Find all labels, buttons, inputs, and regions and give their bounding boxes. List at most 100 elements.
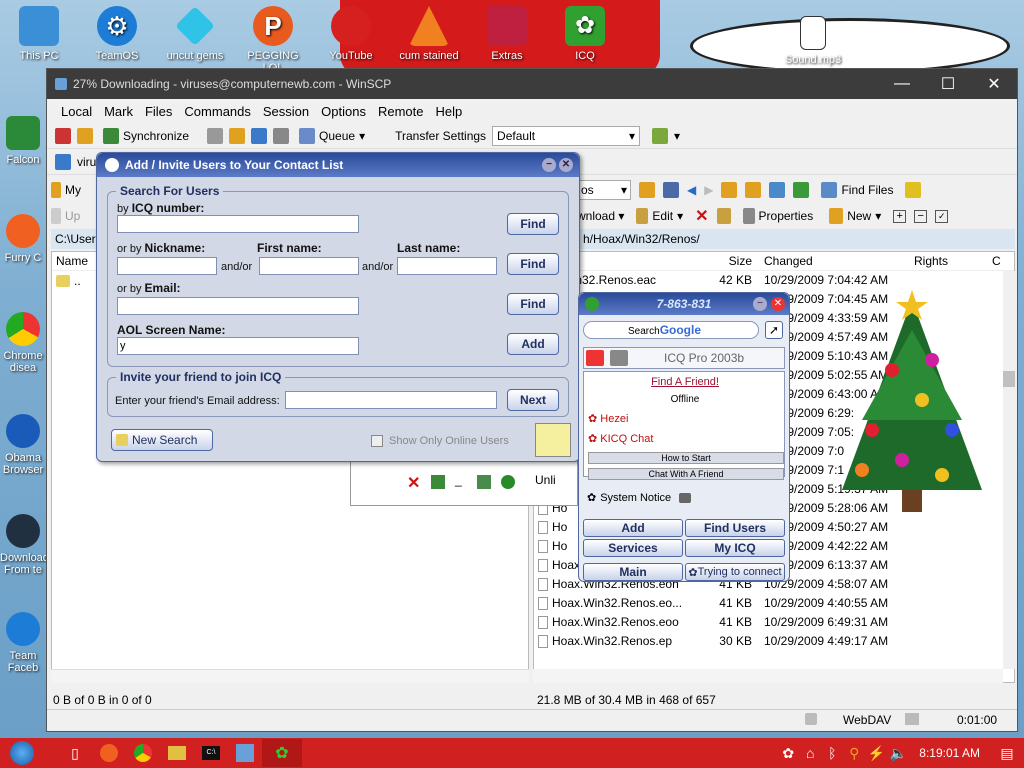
delete-icon[interactable]: ✕ — [695, 206, 708, 226]
icq-number-input[interactable] — [117, 215, 359, 233]
root-dir-icon[interactable] — [745, 182, 762, 198]
minimize-button[interactable]: − — [542, 158, 556, 172]
icq-add-titlebar[interactable]: Add / Invite Users to Your Contact List … — [97, 153, 579, 177]
connection-status[interactable]: ✿ Trying to connect — [685, 563, 785, 581]
rename-icon[interactable] — [716, 208, 731, 224]
desktop-icon-falcon[interactable]: Falcon — [0, 116, 46, 166]
winscp-taskbar-icon[interactable] — [228, 739, 262, 767]
desktop-icon-teamos[interactable]: ⚙ TeamOS — [82, 6, 152, 62]
bluetooth-icon[interactable]: ᛒ — [821, 739, 843, 767]
desktop-icon-cum-stained[interactable]: cum stained — [394, 6, 464, 62]
speed-limit-label[interactable]: Unli — [535, 473, 556, 487]
how-to-start-link[interactable]: How to Start — [588, 452, 784, 464]
minimize-button[interactable]: — — [879, 69, 925, 99]
table-row[interactable]: Hoax.Win32.Renos.eoo 41 KB 10/29/2009 6:49… — [534, 613, 1014, 632]
move-to-background-icon[interactable] — [431, 475, 445, 489]
task-view-icon[interactable]: ▯ — [58, 739, 92, 767]
chevron-down-icon[interactable]: ▾ — [674, 129, 680, 143]
desktop-icon-uncut-gems[interactable]: uncut gems — [160, 6, 230, 62]
synchronize-button[interactable]: Synchronize — [99, 127, 193, 145]
volume-icon[interactable]: 🔈 — [887, 739, 909, 767]
menu-options[interactable]: Options — [315, 104, 372, 119]
contact-item[interactable]: ✿ KICQ Chat — [588, 432, 653, 445]
minimize-button[interactable]: − — [753, 297, 767, 311]
col-changed[interactable]: Changed — [764, 254, 813, 268]
search-go-icon[interactable]: ➚ — [765, 321, 783, 339]
new-search-button[interactable]: New Search — [111, 429, 213, 451]
icq-list-titlebar[interactable]: 7-863-831 − ✕ — [579, 293, 789, 315]
explorer-taskbar-icon[interactable] — [160, 739, 194, 767]
folders-icon[interactable] — [77, 127, 93, 144]
download-button[interactable]: wnload ▾ — [577, 209, 624, 223]
icq-main-button[interactable]: Main — [583, 563, 683, 581]
console-icon[interactable] — [207, 127, 224, 144]
compare-icon[interactable] — [55, 127, 71, 144]
desktop-icon-download[interactable]: Download From te — [0, 514, 49, 576]
table-row[interactable]: Hoax.Win32.Renos.eo... 41 KB 10/29/2009 4:… — [534, 594, 1014, 613]
close-button[interactable]: ✕ — [559, 158, 573, 172]
icq-tab-title[interactable]: ICQ Pro 2003b — [664, 351, 744, 365]
table-row[interactable]: Hoax.Win32.Renos.ep 30 KB 10/29/2009 4:49:… — [534, 632, 1014, 651]
desktop-icon-this-pc[interactable]: This PC — [4, 6, 74, 62]
speed-icon[interactable] — [501, 475, 515, 489]
find-by-name-button[interactable]: Find — [507, 253, 559, 275]
filter-icon[interactable] — [663, 182, 679, 198]
col-owner[interactable]: C — [992, 254, 1001, 268]
right-vertical-scrollbar[interactable] — [1003, 271, 1015, 669]
tray-icon-3[interactable]: ⚲ — [843, 739, 865, 767]
remote-dir-select[interactable]: os ▾ — [577, 180, 631, 200]
properties-button[interactable]: Properties — [739, 207, 818, 225]
menu-files[interactable]: Files — [139, 104, 178, 119]
col-size[interactable]: Size — [726, 254, 752, 268]
preferences-icon[interactable] — [652, 127, 669, 144]
desktop-icon-team-facebook[interactable]: Team Faceb — [0, 612, 46, 674]
find-by-number-button[interactable]: Find — [507, 213, 559, 235]
start-button[interactable] — [0, 739, 44, 767]
table-row[interactable]: x.Win32.Renos.eac 42 KB 10/29/2009 7:04:42… — [534, 271, 1014, 290]
left-horizontal-scrollbar[interactable] — [51, 669, 529, 683]
keep-remote-icon[interactable] — [229, 127, 246, 144]
contact-item[interactable]: ✿ Hezei — [588, 412, 628, 425]
invite-email-input[interactable] — [285, 391, 497, 409]
icq-services-button[interactable]: Services — [583, 539, 683, 557]
parent-dir-icon[interactable] — [721, 182, 738, 198]
menu-commands[interactable]: Commands — [178, 104, 256, 119]
first-name-input[interactable] — [259, 257, 359, 275]
chrome-taskbar-icon[interactable] — [126, 739, 160, 767]
last-name-input[interactable] — [397, 257, 497, 275]
add-aol-button[interactable]: Add — [507, 333, 559, 355]
chat-with-friend-link[interactable]: Chat With A Friend — [588, 468, 784, 480]
cancel-icon[interactable]: ✕ — [407, 473, 420, 493]
notifications-icon[interactable]: ▤ — [990, 739, 1024, 767]
desktop-icon-chrome[interactable]: Chrome disea — [0, 312, 46, 374]
aol-screen-name-input[interactable] — [117, 337, 359, 355]
close-button[interactable]: ✕ — [771, 297, 785, 311]
clock[interactable]: 8:19:01 AM — [909, 746, 990, 760]
next-button[interactable]: Next — [507, 389, 559, 411]
icq-my-icq-button[interactable]: My ICQ — [685, 539, 785, 557]
cmd-taskbar-icon[interactable]: C:\ — [194, 739, 228, 767]
winscp-titlebar[interactable]: 27% Downloading - viruses@computernewb.c… — [47, 69, 1017, 99]
tray-icon-2[interactable]: ⌂ — [799, 739, 821, 767]
session-tab[interactable]: viru — [77, 155, 96, 169]
desktop-icon-obama[interactable]: Obama Browser — [0, 414, 46, 476]
icq-add-button[interactable]: Add — [583, 519, 683, 537]
find-by-email-button[interactable]: Find — [507, 293, 559, 315]
forward-arrow-icon[interactable]: ▶ — [704, 183, 713, 197]
icq-add-users-dialog[interactable]: Add / Invite Users to Your Contact List … — [96, 152, 580, 462]
desktop-icon-icq[interactable]: ✿ ICQ — [550, 6, 620, 62]
icq-contact-list-window[interactable]: 7-863-831 − ✕ SearchGoogle ➚ ICQ Pro 200… — [578, 292, 790, 582]
home-icon[interactable] — [769, 182, 786, 198]
message-icon[interactable] — [610, 350, 628, 366]
right-path-bar[interactable]: h/Hoax/Win32/Renos/ — [533, 229, 1015, 249]
firefox-taskbar-icon[interactable] — [92, 739, 126, 767]
transfer-settings-select[interactable]: Default ▾ — [492, 125, 641, 146]
network-icon[interactable]: ⚡ — [865, 739, 887, 767]
desktop-icon-sound[interactable]: Sound.mp3 — [778, 16, 848, 66]
menu-remote[interactable]: Remote — [372, 104, 430, 119]
close-button[interactable]: ✕ — [971, 69, 1017, 99]
queue-icon[interactable] — [477, 475, 491, 489]
select-icon[interactable]: ✓ — [935, 209, 949, 223]
open-folder-icon[interactable] — [639, 182, 655, 198]
edit-button[interactable]: Edit ▾ — [632, 207, 687, 225]
